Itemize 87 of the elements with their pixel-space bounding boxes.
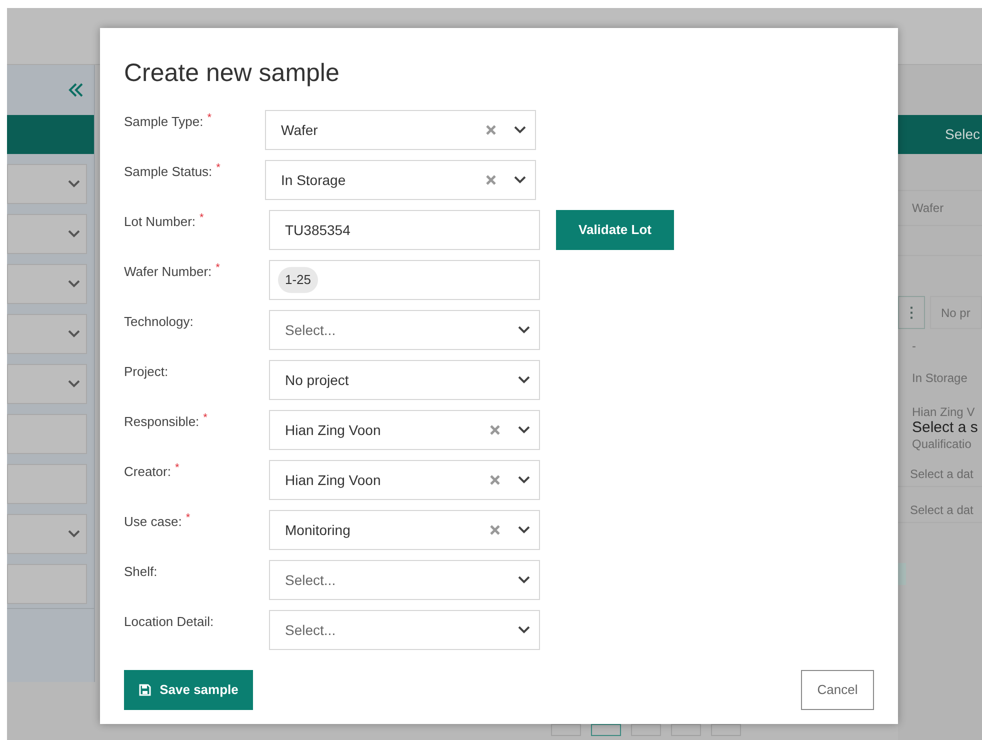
field-value: Qualificatio xyxy=(911,437,972,451)
dialog-title: Create new sample xyxy=(124,58,340,88)
filter-field[interactable] xyxy=(7,264,87,304)
required-mark: * xyxy=(216,162,220,174)
clear-icon[interactable] xyxy=(486,175,496,185)
required-mark: * xyxy=(186,512,190,524)
field-label: Use case: xyxy=(124,513,182,531)
clear-icon[interactable] xyxy=(490,475,500,485)
chevron-down-icon xyxy=(514,126,526,134)
filter-field[interactable] xyxy=(7,314,87,354)
field-label: Creator: xyxy=(124,463,171,481)
filter-field[interactable] xyxy=(7,364,87,404)
page-button[interactable] xyxy=(671,724,701,736)
filter-field[interactable] xyxy=(7,564,87,604)
filter-field[interactable] xyxy=(7,514,87,554)
chevron-down-icon xyxy=(518,476,530,484)
select-value: Wafer xyxy=(281,120,319,140)
field-value: In Storage xyxy=(911,370,968,387)
cancel-button[interactable]: Cancel xyxy=(801,670,874,710)
tag-chip[interactable]: 1-25 xyxy=(278,267,318,293)
field-value: Wafer xyxy=(912,200,944,217)
filter-field[interactable] xyxy=(7,164,87,204)
clear-icon[interactable] xyxy=(490,425,500,435)
page-button[interactable] xyxy=(591,724,621,736)
chevron-down-icon xyxy=(518,526,530,534)
clear-icon[interactable] xyxy=(486,125,496,135)
field-value: - xyxy=(911,338,917,355)
action-button[interactable] xyxy=(898,563,906,585)
field-label: Sample Type: xyxy=(124,113,204,131)
filter-field[interactable] xyxy=(7,214,87,254)
field-label: Technology: xyxy=(124,313,194,331)
header-title: Selec xyxy=(945,125,980,144)
save-button[interactable]: Save sample xyxy=(124,670,253,710)
field-value: Hian Zing V xyxy=(911,405,976,419)
select-field[interactable]: Select... xyxy=(269,560,540,600)
double-chevron-left-icon[interactable] xyxy=(68,83,84,97)
clear-icon[interactable] xyxy=(490,525,500,535)
select-field[interactable]: Select... xyxy=(269,610,540,650)
page-button[interactable] xyxy=(711,724,741,736)
required-mark: * xyxy=(174,462,180,474)
filter-field[interactable] xyxy=(7,414,87,454)
select-value: In Storage xyxy=(281,170,347,190)
chevron-down-icon xyxy=(518,626,530,634)
chevron-down-icon xyxy=(68,530,80,538)
required-mark: * xyxy=(203,412,208,424)
select-placeholder: Select... xyxy=(285,620,337,640)
chevron-down-icon xyxy=(68,280,80,288)
select-placeholder: Select... xyxy=(285,320,337,340)
field-label: Project: xyxy=(124,363,168,381)
chevron-down-icon xyxy=(68,380,80,388)
chevron-down-icon xyxy=(518,426,530,434)
chevron-down-icon xyxy=(518,376,530,384)
chevron-down-icon xyxy=(68,330,80,338)
page-button[interactable] xyxy=(551,724,581,736)
chevron-down-icon xyxy=(518,576,530,584)
field-label: Lot Number: xyxy=(124,213,196,231)
field-label: Sample Status: xyxy=(124,163,212,181)
select-value: Hian Zing Voon xyxy=(285,470,382,490)
chevron-down-icon xyxy=(514,176,526,184)
prompt-text: Select a s xyxy=(911,419,979,437)
text-field[interactable]: TU385354 xyxy=(269,210,540,250)
field-label: Shelf: xyxy=(124,563,158,581)
chevron-down-icon xyxy=(68,180,80,188)
filter-field[interactable] xyxy=(7,464,87,504)
select-field[interactable]: No project xyxy=(269,360,540,400)
chevron-down-icon xyxy=(68,230,80,238)
validate-button[interactable]: Validate Lot xyxy=(556,210,674,250)
select-field[interactable]: Hian Zing Voon xyxy=(269,460,540,500)
select-value: No project xyxy=(285,370,350,390)
tags-field[interactable]: 1-25 xyxy=(269,260,540,300)
select-value: Monitoring xyxy=(285,520,352,540)
required-mark: * xyxy=(216,262,220,274)
select-value: Hian Zing Voon xyxy=(285,420,382,440)
select-field[interactable]: Wafer xyxy=(265,110,536,150)
field-label: Wafer Number: xyxy=(124,263,212,281)
select-field[interactable]: Monitoring xyxy=(269,510,540,550)
chevron-down-icon xyxy=(518,326,530,334)
select-field[interactable]: Select... xyxy=(269,310,540,350)
required-mark: * xyxy=(200,212,204,224)
field-label: Responsible: xyxy=(124,413,200,431)
field-label: Location Detail: xyxy=(124,613,214,631)
required-mark: * xyxy=(207,112,212,124)
select-placeholder: Select... xyxy=(285,570,337,590)
select-field[interactable]: Hian Zing Voon xyxy=(269,410,540,450)
more-button[interactable]: ⋮ xyxy=(898,296,925,329)
select-field[interactable]: In Storage xyxy=(265,160,536,200)
page-button[interactable] xyxy=(631,724,661,736)
